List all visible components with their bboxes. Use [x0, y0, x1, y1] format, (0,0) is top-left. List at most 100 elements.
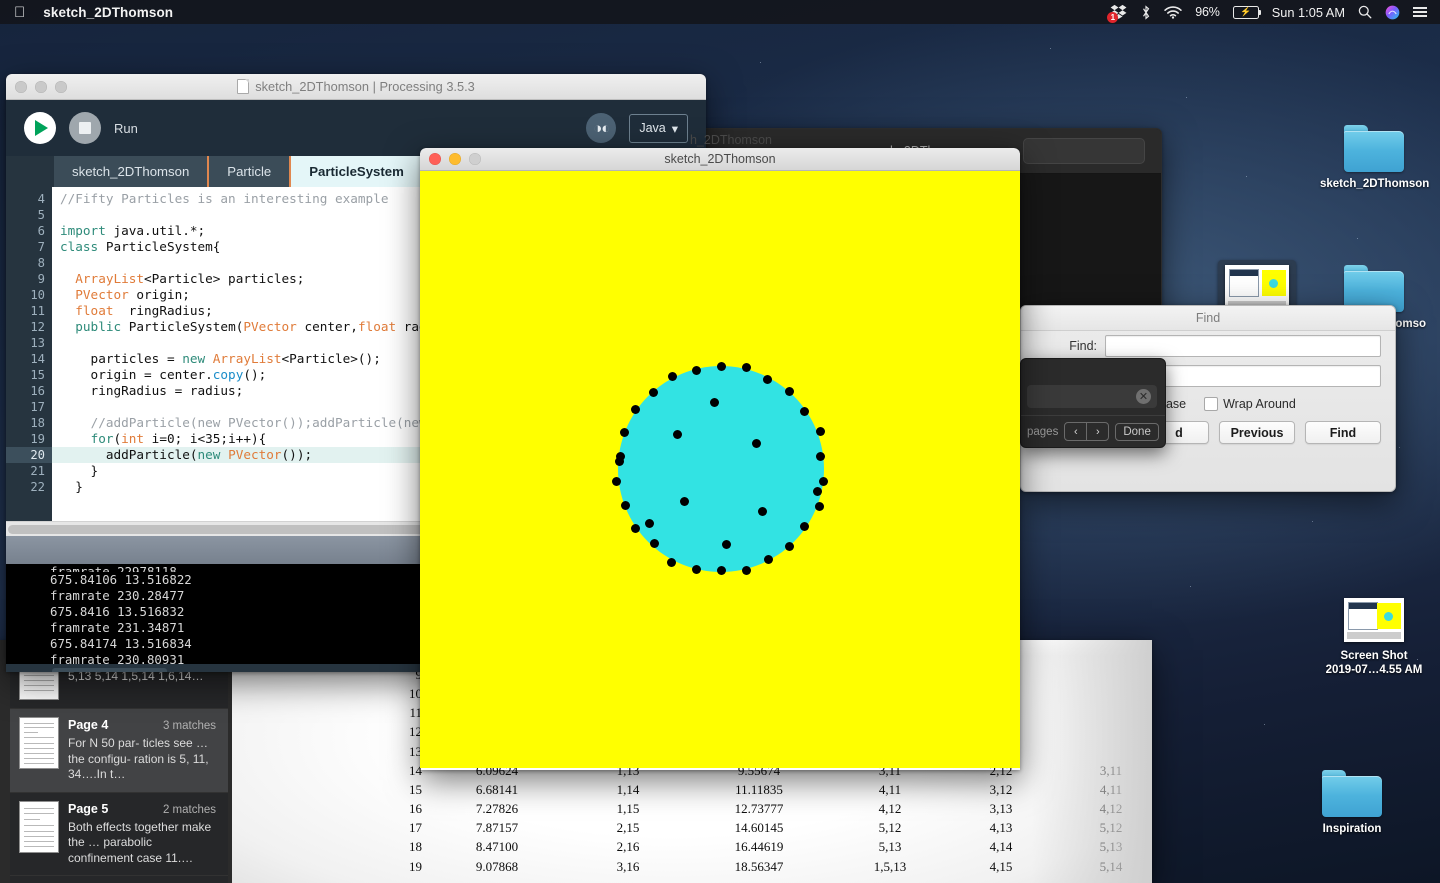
- table-cell: 2,15: [616, 820, 640, 836]
- sketch-canvas[interactable]: [420, 171, 1020, 768]
- particle: [709, 397, 719, 407]
- find-dialog-title: Find: [1195, 311, 1221, 325]
- wrap-around-checkbox[interactable]: Wrap Around: [1204, 397, 1296, 411]
- line-number: 13: [30, 336, 45, 350]
- particle: [741, 566, 751, 576]
- desktop-icon-label-line2: 2019-07…4.55 AM: [1325, 663, 1423, 676]
- sketch-window-controls[interactable]: [429, 153, 481, 165]
- pdf-find-bar[interactable]: ✕ pages ‹ › Done: [1020, 358, 1166, 448]
- particle: [679, 496, 689, 506]
- pdf-find-input[interactable]: ✕: [1027, 385, 1157, 408]
- desktop-icon-label: sketch_2DThomson: [1320, 178, 1430, 190]
- line-number: 4: [37, 192, 45, 206]
- table-cell: 15: [409, 781, 422, 797]
- checkbox-icon: [1204, 397, 1219, 411]
- match-count-label: 2 matches: [162, 803, 216, 816]
- chevron-right-icon[interactable]: ›: [1086, 423, 1108, 440]
- match-page-label: Page 4: [68, 718, 109, 732]
- dropbox-icon[interactable]: 1: [1107, 4, 1128, 23]
- minimize-button[interactable]: [449, 153, 461, 165]
- sketch-titlebar: sketch_2DThomson: [420, 148, 1020, 171]
- particle: [691, 564, 701, 574]
- find-row: Find:: [1021, 331, 1395, 361]
- find-button[interactable]: Find: [1305, 421, 1381, 444]
- desktop-icon-screenshot[interactable]: Screen Shot 2019-07…4.55 AM: [1320, 595, 1428, 677]
- previous-button[interactable]: Previous: [1219, 421, 1295, 444]
- particle: [812, 486, 822, 496]
- table-cell: 16.44619: [734, 839, 784, 855]
- particle: [614, 456, 624, 466]
- apple-logo-icon[interactable]: : [14, 5, 25, 20]
- line-number: 7: [37, 240, 45, 254]
- desktop-root: sketch_2DThomson homso Screen Shot 2019-…: [0, 0, 1440, 883]
- chevron-left-icon[interactable]: ‹: [1065, 423, 1086, 440]
- stop-button[interactable]: [69, 112, 101, 144]
- particle: [716, 361, 726, 371]
- background-window-search-field[interactable]: [1023, 138, 1145, 164]
- desktop-icon-inspiration[interactable]: Inspiration: [1298, 770, 1406, 837]
- tab-errors[interactable]: ⚠ Errors: [167, 668, 263, 672]
- table-cell: 11.11835: [735, 781, 783, 797]
- cyan-disc: [618, 366, 824, 572]
- mode-label: Java: [639, 121, 666, 135]
- tab-console[interactable]: >_ Console: [52, 668, 167, 672]
- table-cell: 8.47100: [475, 839, 519, 855]
- zoom-button[interactable]: [469, 153, 481, 165]
- sketch-window-title: sketch_2DThomson: [664, 152, 776, 166]
- particle: [716, 565, 726, 575]
- table-cell: 18.56347: [734, 858, 784, 874]
- spotlight-search-icon[interactable]: [1358, 5, 1372, 19]
- find-input[interactable]: [1105, 335, 1381, 357]
- line-number: 21: [30, 464, 45, 478]
- table-cell: 14.60145: [734, 820, 784, 836]
- table-cell: 9.07868: [475, 858, 519, 874]
- tab-particlesystem[interactable]: ParticleSystem: [291, 156, 424, 187]
- particle: [785, 542, 795, 552]
- macos-menubar:  sketch_2DThomson 1: [0, 0, 1440, 24]
- menubar-app-title[interactable]: sketch_2DThomson: [43, 5, 173, 20]
- done-button[interactable]: Done: [1115, 422, 1159, 441]
- notification-center-icon[interactable]: [1413, 7, 1427, 17]
- table-cell: 6.68141: [475, 781, 519, 797]
- charging-bolt-icon: ⚡: [1240, 6, 1252, 17]
- close-button[interactable]: [429, 153, 441, 165]
- wifi-icon[interactable]: [1164, 5, 1183, 19]
- desktop-icon-label: Inspiration: [1322, 823, 1382, 835]
- sketch-output-window[interactable]: sketch_2DThomson: [420, 148, 1020, 770]
- desktop-icon-label-line1: Screen Shot: [1340, 650, 1408, 662]
- particle: [721, 539, 731, 549]
- table-cell: 16: [409, 801, 422, 817]
- pdf-search-results-sidebar[interactable]: 3,10 3,11 4,11 4,12 5,12 5,13 5,14 1,5,1…: [10, 640, 228, 883]
- bluetooth-icon[interactable]: [1141, 4, 1151, 20]
- mode-selector[interactable]: Java ▾: [629, 113, 688, 143]
- page-right-shadow: [1032, 640, 1152, 883]
- particle: [621, 500, 631, 510]
- list-item[interactable]: Page 4 3 matches For N 50 par- ticles se…: [10, 709, 228, 793]
- line-number: 9: [37, 272, 45, 286]
- particle: [814, 501, 824, 511]
- line-number: 20: [6, 447, 52, 463]
- line-number: 15: [30, 368, 45, 382]
- clear-circle-icon[interactable]: ✕: [1136, 389, 1151, 404]
- desktop-icon-sketch-2dthomson[interactable]: sketch_2DThomson: [1320, 125, 1430, 192]
- table-cell: 11: [409, 705, 422, 721]
- battery-icon[interactable]: ⚡: [1232, 5, 1262, 19]
- menubar-clock[interactable]: Sun 1:05 AM: [1272, 5, 1345, 20]
- run-button[interactable]: [24, 112, 56, 144]
- line-number: 14: [30, 352, 45, 366]
- siri-icon[interactable]: [1385, 5, 1400, 20]
- table-cell: 3,16: [616, 858, 640, 874]
- table-cell: 13: [409, 743, 422, 759]
- debugger-icon[interactable]: ◑◐: [586, 113, 617, 143]
- line-number: 10: [30, 288, 45, 302]
- line-number-gutter: 4 5 6 7 8 9 10 11 12 13 14 15 16 17 18 19 20 21 22: [6, 187, 52, 521]
- line-number: 5: [37, 208, 45, 222]
- table-cell: 12.73777: [734, 801, 784, 817]
- tab-particle[interactable]: Particle: [209, 156, 292, 187]
- find-label: Find:: [1069, 339, 1097, 353]
- list-item[interactable]: Page 5 2 matches Both effects together m…: [10, 793, 228, 876]
- tab-sketch-2dthomson[interactable]: sketch_2DThomson: [54, 156, 210, 187]
- find-nav-group[interactable]: ‹ ›: [1064, 422, 1110, 441]
- particle: [785, 386, 795, 396]
- page-thumbnail: [20, 801, 58, 852]
